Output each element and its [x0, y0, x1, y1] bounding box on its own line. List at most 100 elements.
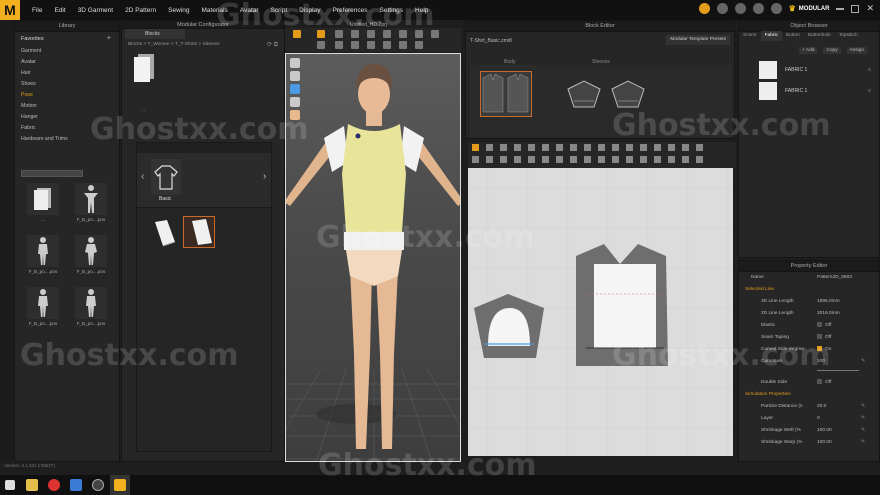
fabric-menu-icon[interactable]: ≡	[868, 67, 871, 73]
chevron-left-icon[interactable]: ‹	[141, 171, 144, 182]
add-button[interactable]: + Add	[799, 47, 818, 54]
move-tool-icon[interactable]	[317, 30, 325, 38]
library-item-fabric[interactable]: Fabric	[21, 123, 117, 134]
menu-help[interactable]: Help	[415, 7, 428, 14]
library-thumb[interactable]: F_B_po....pos	[67, 235, 115, 279]
blocks-tab[interactable]: Blocks	[125, 29, 185, 39]
body-block[interactable]	[480, 71, 532, 117]
library-item-avatar[interactable]: Avatar	[21, 57, 117, 68]
favorites-label[interactable]: Favorites	[21, 36, 44, 42]
menu-avatar[interactable]: Avatar	[240, 7, 259, 14]
shrinkage-warp-value[interactable]: 100.00	[817, 437, 832, 449]
edit-icon[interactable]: ✎	[861, 437, 865, 449]
2d-pattern-canvas[interactable]	[468, 168, 733, 456]
library-thumb[interactable]: F_B_po....pos	[67, 287, 115, 331]
curved-side-checkbox[interactable]	[817, 346, 822, 352]
library-item-hanger[interactable]: Hanger	[21, 112, 117, 123]
close-icon[interactable]: ✕	[866, 3, 874, 14]
sleeve-block-1[interactable]	[564, 79, 604, 109]
tab-button[interactable]: Button	[782, 31, 804, 41]
tab-buttonhole[interactable]: Buttonhole	[804, 31, 835, 41]
tack-tool-icon[interactable]	[383, 30, 391, 38]
minimize-icon[interactable]	[836, 7, 845, 10]
simulation-icon[interactable]	[698, 3, 710, 14]
edit-icon[interactable]: ✎	[861, 425, 865, 437]
sleeve-block-short[interactable]	[149, 218, 177, 248]
property-section[interactable]: Selected Line	[739, 284, 880, 296]
copy-button[interactable]: Copy	[823, 47, 841, 54]
skin-display-icon[interactable]	[290, 110, 300, 120]
fabric-row[interactable]: FABRIC 1 ≡	[759, 60, 877, 80]
menu-materials[interactable]: Materials	[202, 7, 228, 14]
sleeve-block-selected[interactable]	[183, 216, 215, 248]
pin-tool-icon[interactable]	[351, 30, 359, 38]
tab-topstitch[interactable]: Topstitch	[835, 31, 862, 41]
render-display-icon[interactable]	[290, 97, 300, 107]
library-thumb[interactable]: F_B_po....pos	[67, 183, 115, 227]
chrome-icon[interactable]	[44, 475, 64, 495]
arrange-tool-icon[interactable]	[317, 41, 325, 49]
fabric-row[interactable]: FABRIC 1 ≡	[759, 81, 877, 101]
scale-tool-icon[interactable]	[399, 41, 407, 49]
snap-tool-icon[interactable]	[415, 30, 423, 38]
library-item-hardware[interactable]: Hardware and Trims	[21, 134, 117, 145]
edit-icon[interactable]: ✎	[861, 401, 865, 413]
fold-tool-icon[interactable]	[367, 30, 375, 38]
maximize-icon[interactable]	[851, 4, 860, 13]
add-favorite-icon[interactable]: +	[107, 35, 111, 42]
menu-display[interactable]: Display	[299, 7, 320, 14]
start-icon[interactable]	[0, 475, 20, 495]
monitor-icon[interactable]	[734, 3, 746, 14]
chevron-right-icon[interactable]: ›	[263, 171, 266, 182]
explorer-icon[interactable]	[22, 475, 42, 495]
tab-fabric[interactable]: Fabric	[760, 31, 782, 41]
menu-sewing[interactable]: Sewing	[168, 7, 189, 14]
3d-viewport[interactable]	[285, 53, 461, 462]
reset-tool-icon[interactable]	[335, 41, 343, 49]
measure-tool-icon[interactable]	[399, 30, 407, 38]
seam-taping-checkbox[interactable]	[817, 334, 822, 340]
fabric-menu-icon[interactable]: ≡	[868, 88, 871, 94]
marvelous-designer-icon[interactable]	[110, 475, 130, 495]
library-item-shoes[interactable]: Shoes	[21, 79, 117, 90]
basic-block-thumb[interactable]	[151, 159, 181, 195]
shrinkage-weft-value[interactable]: 100.00	[817, 425, 832, 437]
library-item-hair[interactable]: Hair	[21, 68, 117, 79]
library-thumb[interactable]: F_B_po....pos	[19, 235, 67, 279]
assign-button[interactable]: Assign	[846, 47, 868, 54]
pointer-tool-icon[interactable]	[293, 30, 301, 38]
refresh-icon[interactable]: ⟳ ⧉	[267, 41, 278, 49]
menu-file[interactable]: File	[32, 7, 42, 14]
library-item-motion[interactable]: Motion	[21, 101, 117, 112]
library-thumb[interactable]: ...	[19, 183, 67, 227]
double-side-toggle[interactable]: Off	[817, 377, 831, 389]
obs-icon[interactable]	[88, 475, 108, 495]
sew-tool-icon[interactable]	[367, 41, 375, 49]
file-thumbnail[interactable]	[132, 53, 156, 83]
double-side-checkbox[interactable]	[817, 379, 822, 385]
grab-tool-icon[interactable]	[431, 30, 439, 38]
mode-badge[interactable]: ♛ MODULAR	[789, 4, 830, 13]
texture-display-icon[interactable]	[290, 84, 300, 94]
particle-distance-value[interactable]: 20.0	[817, 401, 826, 413]
app-icon-blue[interactable]	[66, 475, 86, 495]
library-item-garment[interactable]: Garment	[21, 46, 117, 57]
menu-edit[interactable]: Edit	[54, 7, 65, 14]
menu-2d-pattern[interactable]: 2D Pattern	[125, 7, 156, 14]
seam-taping-toggle[interactable]: Off	[817, 332, 831, 344]
name-value[interactable]: Pattern2D_6663	[817, 272, 852, 284]
property-section[interactable]: Simulation Properties	[739, 389, 880, 401]
user-icon[interactable]	[752, 3, 764, 14]
elastic-toggle[interactable]: Off	[817, 320, 831, 332]
cut-tool-icon[interactable]	[351, 41, 359, 49]
garment-display-icon[interactable]	[290, 58, 300, 68]
select-tool-icon[interactable]	[335, 30, 343, 38]
library-item-pose[interactable]: Pose	[21, 90, 117, 101]
curvature-slider[interactable]	[817, 370, 859, 371]
menu-3d-garment[interactable]: 3D Garment	[78, 7, 113, 14]
avatar-display-icon[interactable]	[290, 71, 300, 81]
line-3d-length-value[interactable]: 1896.0mm	[817, 296, 840, 308]
menu-script[interactable]: Script	[271, 7, 288, 14]
sleeve-block-2[interactable]	[608, 79, 648, 109]
modular-template-presets-button[interactable]: Modular Template Presets	[666, 35, 730, 45]
